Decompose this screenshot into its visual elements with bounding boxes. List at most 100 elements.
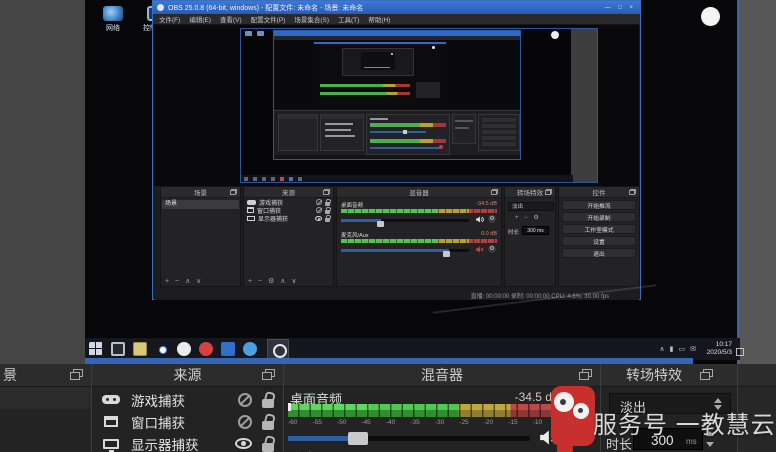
- clock-date: 2020/5/3: [707, 349, 732, 357]
- menu-help[interactable]: 帮助(H): [368, 14, 390, 24]
- popout-icon[interactable]: [491, 189, 498, 195]
- popout-icon[interactable]: [230, 189, 237, 195]
- exit-button[interactable]: 退出: [562, 248, 636, 258]
- monitor-icon: [247, 216, 255, 221]
- lock-open-icon[interactable]: [325, 210, 330, 214]
- volume-meter: [288, 404, 563, 417]
- menu-view[interactable]: 查看(V): [220, 14, 242, 24]
- mixer-header[interactable]: 混音器: [337, 187, 501, 198]
- volume-fill: [341, 249, 449, 252]
- menu-file[interactable]: 文件(F): [159, 14, 180, 24]
- volume-meter: [341, 209, 497, 213]
- popout-icon[interactable]: [629, 189, 636, 195]
- studio-mode-button[interactable]: 工作室模式: [562, 224, 636, 234]
- mute-icon[interactable]: [475, 245, 484, 254]
- transitions-header[interactable]: 转场特效: [505, 187, 555, 198]
- eye-icon[interactable]: [315, 216, 322, 221]
- scenes-panel-zoomed: 景: [0, 364, 91, 452]
- menu-profile[interactable]: 配置文件(P): [251, 14, 286, 24]
- nested-level2-capture: [314, 42, 446, 106]
- volume-handle[interactable]: [443, 251, 450, 257]
- scenes-header[interactable]: 场景: [161, 187, 240, 198]
- menu-edit[interactable]: 编辑(E): [189, 14, 211, 24]
- eye-off-icon[interactable]: [238, 415, 252, 429]
- menu-tools[interactable]: 工具(T): [338, 14, 359, 24]
- lock-open-icon[interactable]: [262, 399, 274, 408]
- title-bar[interactable]: OBS 25.0.8 (64-bit, windows) - 配置文件: 未命名…: [153, 1, 640, 14]
- transitions-header[interactable]: 转场特效: [601, 364, 737, 387]
- scenes-title: 场景: [194, 187, 207, 197]
- start-recording-button[interactable]: 开始录制: [562, 212, 636, 222]
- desktop-right-edge: [737, 0, 740, 364]
- eye-off-icon[interactable]: [316, 199, 322, 205]
- watermark-text: 服务号 一教慧云: [593, 405, 776, 440]
- nested-preview: [274, 40, 520, 109]
- preview-area[interactable]: [154, 25, 639, 186]
- duration-input[interactable]: 300 ms: [522, 226, 549, 235]
- source-row-game[interactable]: 游戏捕获: [92, 389, 283, 410]
- desktop-icon-network[interactable]: 网络: [93, 6, 133, 33]
- task-view-icon[interactable]: [111, 342, 125, 356]
- app-icon-blue-circle[interactable]: [243, 342, 257, 356]
- eye-off-icon[interactable]: [316, 207, 322, 213]
- lock-open-icon[interactable]: [325, 218, 330, 222]
- channel-label: 桌面音频: [341, 201, 363, 209]
- scene-item[interactable]: [0, 387, 91, 409]
- popout-icon[interactable]: [545, 189, 552, 195]
- scenes-toolbar[interactable]: + − ∧ ∨: [165, 277, 203, 285]
- transition-select[interactable]: 淡出: [508, 202, 554, 211]
- obs-logo-icon: [157, 4, 164, 11]
- user-icon: ▭: [679, 345, 686, 353]
- app-icon-red[interactable]: [199, 342, 213, 356]
- controls-header[interactable]: 控件: [559, 187, 639, 198]
- start-icon[interactable]: [89, 342, 103, 356]
- start-streaming-button[interactable]: 开始推流: [562, 200, 636, 210]
- sources-panel-zoomed: 来源 游戏捕获 窗口捕获 显示器捕获: [91, 364, 283, 452]
- eye-icon[interactable]: [235, 438, 252, 449]
- sources-panel: 来源 游戏捕获 窗口捕获 显示器捕获 + −: [243, 186, 334, 287]
- source-row[interactable]: 显示器捕获: [244, 214, 333, 222]
- gear-icon[interactable]: ⚙: [488, 215, 496, 223]
- sources-header[interactable]: 来源: [92, 364, 283, 387]
- scenes-header[interactable]: 景: [0, 364, 91, 387]
- window-buttons[interactable]: — □ ×: [605, 5, 636, 11]
- nested-desktop-icon: [257, 31, 264, 36]
- scene-item[interactable]: 场景: [162, 200, 239, 209]
- system-tray[interactable]: ∧ ▮ ▭ ✉: [660, 338, 696, 360]
- controls-panel: 控件 开始推流 开始录制 工作室模式 设置 退出: [558, 186, 640, 287]
- source-row-window[interactable]: 窗口捕获: [92, 411, 283, 432]
- lock-open-icon[interactable]: [325, 202, 330, 206]
- slider-handle[interactable]: [348, 432, 368, 445]
- popout-icon[interactable]: [700, 369, 713, 380]
- clock[interactable]: 10:17 2020/5/3: [707, 341, 732, 357]
- volume-handle[interactable]: [377, 221, 384, 227]
- settings-button[interactable]: 设置: [562, 236, 636, 246]
- app-icon-blue-square[interactable]: [221, 342, 235, 356]
- menu-scene-collection[interactable]: 场景集合(S): [294, 14, 329, 24]
- popout-icon[interactable]: [323, 189, 330, 195]
- sources-toolbar[interactable]: + − ⚙ ∧ ∨: [248, 277, 298, 285]
- popout-icon[interactable]: [262, 369, 275, 380]
- popout-icon[interactable]: [579, 369, 592, 380]
- nested-taskbar: [241, 175, 573, 182]
- eye-off-icon[interactable]: [238, 393, 252, 407]
- volume-slider[interactable]: [288, 430, 530, 446]
- sources-header[interactable]: 来源: [244, 187, 333, 198]
- chevron-up-icon[interactable]: ∧: [660, 345, 665, 353]
- nested-panel: [416, 82, 440, 98]
- source-row-display[interactable]: 显示器捕获: [92, 433, 283, 452]
- app-icon-white[interactable]: [177, 342, 191, 356]
- obs-taskbar-icon[interactable]: [267, 339, 289, 359]
- mixer-header[interactable]: 混音器: [284, 364, 600, 387]
- lock-open-icon[interactable]: [262, 421, 274, 430]
- channel-label: 麦克风/Aux: [341, 231, 369, 239]
- speaker-icon[interactable]: [475, 215, 484, 224]
- gamepad-icon: [247, 200, 256, 205]
- notification-icon[interactable]: [736, 348, 744, 356]
- lock-open-icon[interactable]: [262, 443, 274, 452]
- transitions-toolbar[interactable]: + − ⚙: [515, 214, 541, 221]
- explorer-icon[interactable]: [133, 342, 147, 356]
- popout-icon[interactable]: [70, 369, 83, 380]
- gear-icon[interactable]: ⚙: [488, 245, 496, 253]
- source-label: 显示器捕获: [131, 434, 199, 452]
